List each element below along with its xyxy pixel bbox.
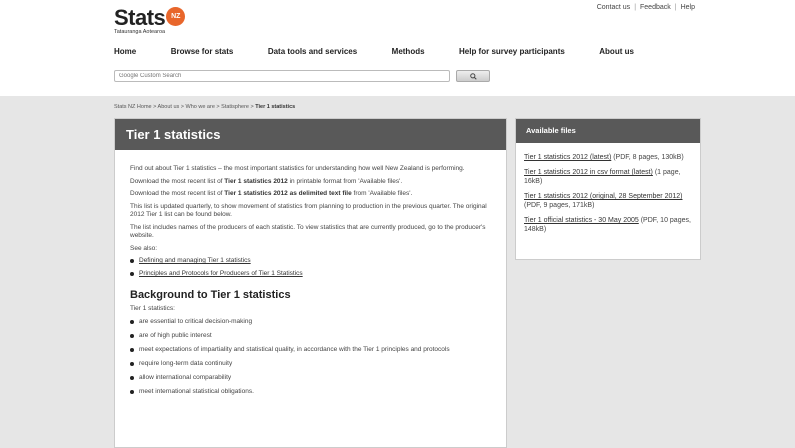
- producers-text: The list includes names of the producers…: [130, 223, 486, 240]
- main-nav: Home Browse for stats Data tools and ser…: [114, 47, 634, 56]
- file-item: Tier 1 statistics 2012 (original, 28 Sep…: [524, 192, 692, 210]
- main-content: Tier 1 statistics Find out about Tier 1 …: [114, 118, 507, 448]
- file-meta: (PDF, 9 pages, 171kB): [524, 202, 595, 209]
- available-files-panel: Available files Tier 1 statistics 2012 (…: [515, 118, 701, 260]
- divider: |: [674, 4, 677, 11]
- list-item: meet international statistical obligatio…: [130, 388, 491, 396]
- see-also-label: See also:: [130, 244, 158, 252]
- bullet-icon: [130, 259, 134, 263]
- tier1-2012-csv-label: Tier 1 statistics 2012 as delimited text…: [224, 190, 352, 197]
- breadcrumb: Stats NZ Home > About us > Who we are > …: [114, 104, 295, 110]
- file-link[interactable]: Tier 1 official statistics - 30 May 2005: [524, 217, 639, 224]
- nav-data-tools[interactable]: Data tools and services: [268, 47, 357, 56]
- background-heading: Background to Tier 1 statistics: [130, 289, 291, 301]
- file-item: Tier 1 official statistics - 30 May 2005…: [524, 216, 692, 234]
- divider: |: [634, 4, 637, 11]
- background-list: are essential to critical decision-makin…: [130, 318, 491, 396]
- background-intro: Tier 1 statistics:: [130, 305, 175, 312]
- file-item: Tier 1 statistics 2012 (latest) (PDF, 8 …: [524, 153, 692, 162]
- file-item: Tier 1 statistics 2012 in csv format (la…: [524, 168, 692, 186]
- site-header: Stats NZ Tatauranga Aotearoa Contact us | F…: [0, 0, 795, 96]
- nav-methods[interactable]: Methods: [392, 47, 425, 56]
- defining-managing-link[interactable]: Defining and managing Tier 1 statistics: [139, 257, 251, 264]
- search-button[interactable]: [456, 70, 490, 82]
- list-item: are of high public interest: [130, 332, 491, 340]
- bullet-icon: [130, 347, 134, 352]
- tier1-2012-label: Tier 1 statistics 2012: [224, 177, 288, 185]
- file-link[interactable]: Tier 1 statistics 2012 in csv format (la…: [524, 169, 653, 176]
- logo-nz-badge: NZ: [166, 7, 186, 26]
- bullet-icon: [130, 333, 134, 338]
- breadcrumb-path[interactable]: Stats NZ Home > About us > Who we are > …: [114, 104, 255, 110]
- update-text: This list is updated quarterly, to show …: [130, 202, 487, 219]
- nav-browse-for-stats[interactable]: Browse for stats: [171, 47, 234, 56]
- help-link[interactable]: Help: [681, 4, 695, 11]
- breadcrumb-current: Tier 1 statistics: [255, 104, 296, 110]
- available-files-title: Available files: [516, 119, 700, 143]
- list-item: Defining and managing Tier 1 statistics: [130, 257, 491, 264]
- list-item: allow international comparability: [130, 374, 491, 382]
- search-input[interactable]: [114, 70, 450, 82]
- intro-text: Find out about Tier 1 statistics – the m…: [130, 165, 465, 172]
- nav-help-survey[interactable]: Help for survey participants: [459, 47, 565, 56]
- file-link[interactable]: Tier 1 statistics 2012 (original, 28 Sep…: [524, 193, 683, 200]
- list-item: Principles and Protocols for Producers o…: [130, 270, 491, 277]
- file-link[interactable]: Tier 1 statistics 2012 (latest): [524, 154, 611, 161]
- list-item: are essential to critical decision-makin…: [130, 318, 491, 326]
- list-item: meet expectations of impartiality and st…: [130, 346, 491, 354]
- principles-protocols-link[interactable]: Principles and Protocols for Producers o…: [139, 270, 303, 277]
- bullet-icon: [130, 375, 134, 380]
- stats-nz-logo[interactable]: Stats NZ Tatauranga Aotearoa: [114, 5, 186, 35]
- list-item: require long-term data continuity: [130, 360, 491, 368]
- bullet-icon: [130, 361, 134, 366]
- search-icon: [469, 72, 477, 80]
- download-csv-text: Download the most recent list of Tier 1 …: [130, 190, 413, 197]
- bullet-icon: [130, 272, 134, 276]
- see-also-list: Defining and managing Tier 1 statistics …: [130, 257, 491, 277]
- contact-us-link[interactable]: Contact us: [597, 4, 630, 11]
- utility-links: Contact us | Feedback | Help: [597, 4, 695, 11]
- file-meta: (PDF, 8 pages, 130kB): [611, 154, 684, 161]
- nav-home[interactable]: Home: [114, 47, 136, 56]
- feedback-link[interactable]: Feedback: [640, 4, 671, 11]
- download-pdf-text: Download the most recent list of Tier 1 …: [130, 177, 403, 185]
- search-bar: [114, 70, 490, 82]
- nav-about-us[interactable]: About us: [599, 47, 634, 56]
- bullet-icon: [130, 319, 134, 324]
- bullet-icon: [130, 389, 134, 394]
- logo-word: Stats: [114, 5, 166, 30]
- page-title: Tier 1 statistics: [115, 119, 506, 150]
